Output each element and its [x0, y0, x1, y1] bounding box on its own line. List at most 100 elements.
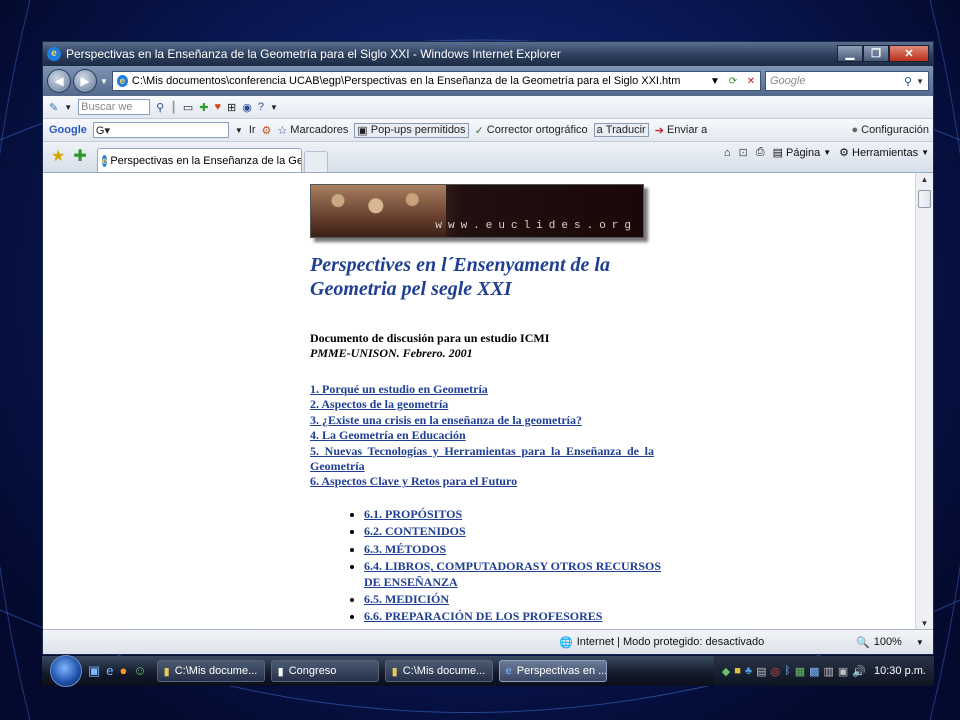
toolbar-heart-icon[interactable]: ♥: [214, 101, 221, 113]
taskbar-item[interactable]: ▮ C:\Mis docume...: [156, 660, 265, 682]
tools-menu[interactable]: ⚙ Herramientas ▼: [839, 146, 929, 160]
tray-app-icon[interactable]: ◆: [722, 665, 730, 678]
favorites-star-icon[interactable]: ★: [51, 146, 65, 166]
firefox-icon[interactable]: ●: [120, 663, 128, 679]
url-field[interactable]: e C:\Mis documentos\conferencia UCAB\egp…: [111, 71, 761, 91]
zoom-control[interactable]: 🔍 100% ▼: [856, 636, 924, 649]
address-bar: ◀ ▶ ▼ e C:\Mis documentos\conferencia UC…: [43, 66, 933, 96]
toc-link[interactable]: 6. Aspectos Clave y Retos para el Futuro: [310, 474, 654, 489]
url-dropdown-icon[interactable]: ▼: [706, 72, 724, 90]
toolbar-search: ✎ ▼ Buscar we ⚲ ┃ ▭ ✚ ♥ ⊞ ◉ ? ▼: [43, 96, 933, 119]
subsection-link[interactable]: 6.4. LIBROS, COMPUTADORASY OTROS RECURSO…: [364, 559, 661, 588]
toc-link[interactable]: 2. Aspectos de la geometría: [310, 397, 654, 412]
site-banner[interactable]: www.euclides.org: [310, 184, 644, 238]
toolbar-rss-icon[interactable]: ⊞: [227, 101, 236, 114]
subsection-link[interactable]: 6.2. CONTENIDOS: [364, 524, 466, 538]
bluetooth-icon[interactable]: ᛒ: [784, 665, 791, 677]
toolbar-tools-icon[interactable]: ⚙: [262, 124, 272, 137]
start-button[interactable]: [50, 655, 82, 687]
toolbar-dropdown-icon[interactable]: ▼: [64, 103, 72, 112]
history-dropdown-icon[interactable]: ▼: [100, 77, 108, 86]
subsection-link[interactable]: 6.1. PROPÓSITOS: [364, 507, 462, 521]
subsection-link[interactable]: 6.3. MÉTODOS: [364, 542, 446, 556]
toolbar-options-icon[interactable]: ◉: [242, 101, 252, 114]
forward-button[interactable]: ▶: [73, 69, 97, 93]
tray-app-icon[interactable]: ▤: [756, 665, 766, 678]
page-menu[interactable]: ▤ Página ▼: [772, 146, 832, 160]
toolbar-search-input[interactable]: Buscar we: [78, 99, 151, 115]
page-content: www.euclides.org Perspectives en l´Ensen…: [43, 173, 917, 631]
subsection-link[interactable]: 6.5. MEDICIÓN: [364, 592, 449, 606]
ie-launch-icon[interactable]: e: [106, 663, 113, 679]
search-placeholder: Google: [770, 75, 806, 87]
minimize-button[interactable]: ▁: [837, 45, 863, 62]
banner-url: www.euclides.org: [435, 220, 637, 232]
folder-icon: ▮: [163, 665, 170, 678]
home-icon[interactable]: ⌂: [724, 147, 731, 159]
toolbar-logo-icon[interactable]: ✎: [49, 101, 58, 114]
search-dropdown-icon[interactable]: ▼: [916, 77, 924, 86]
list-item: 6.1. PROPÓSITOS: [364, 507, 668, 522]
scroll-up-icon[interactable]: ▲: [916, 173, 933, 187]
tray-app-icon[interactable]: ▦: [795, 665, 805, 678]
back-button[interactable]: ◀: [47, 69, 71, 93]
send-button[interactable]: ➔ Enviar a: [655, 124, 708, 137]
search-icon[interactable]: ⚲: [904, 75, 912, 88]
show-desktop-icon[interactable]: ▣: [88, 663, 100, 679]
taskbar-item[interactable]: ▮ Congreso: [270, 660, 379, 682]
toolbar-highlight-icon[interactable]: ▭: [183, 101, 193, 114]
tray-app-icon[interactable]: ♣: [745, 665, 752, 677]
toc-link[interactable]: 4. La Geometría en Educación: [310, 428, 654, 443]
maximize-button[interactable]: ❐: [863, 45, 889, 62]
toolbar-help-icon[interactable]: ?: [258, 101, 264, 113]
security-zone[interactable]: 🌐 Internet | Modo protegido: desactivado: [559, 636, 764, 649]
table-of-contents: 1. Porqué un estudio en Geometría 2. Asp…: [310, 382, 654, 490]
feeds-icon[interactable]: ⊡: [739, 146, 748, 159]
clock[interactable]: 10:30 p.m.: [874, 665, 926, 677]
messenger-icon[interactable]: ☺: [133, 663, 146, 679]
new-tab-button[interactable]: [303, 151, 328, 172]
bookmarks-button[interactable]: ☆ Marcadores: [277, 124, 348, 137]
refresh-icon[interactable]: ⟳: [724, 72, 742, 90]
folder-icon: ▮: [391, 665, 398, 678]
go-button[interactable]: Ir: [249, 124, 256, 136]
popups-button[interactable]: ▣ Pop-ups permitidos: [354, 122, 469, 138]
tray-app-icon[interactable]: ▩: [809, 665, 819, 678]
settings-button[interactable]: ● Configuración: [851, 124, 929, 136]
list-item: 6.6. PREPARACIÓN DE LOS PROFESORES: [364, 609, 668, 624]
subsection-link[interactable]: 6.6. PREPARACIÓN DE LOS PROFESORES: [364, 609, 602, 623]
taskbar: ▣ e ● ☺ ▮ C:\Mis docume... ▮ Congreso ▮ …: [42, 655, 934, 687]
search-field[interactable]: Google ⚲ ▼: [765, 71, 929, 91]
subtitle-source: PMME-UNISON. Febrero. 2001: [310, 346, 473, 360]
spellcheck-button[interactable]: ✓ Corrector ortográfico: [475, 124, 588, 137]
toc-link[interactable]: 5. Nuevas Tecnologías y Herramientas par…: [310, 444, 654, 475]
add-favorites-icon[interactable]: ✚: [73, 146, 86, 166]
taskbar-item[interactable]: ▮ C:\Mis docume...: [384, 660, 493, 682]
tray-app-icon[interactable]: ▥: [824, 665, 834, 678]
toolbar-add-icon[interactable]: ✚: [199, 101, 208, 114]
page-icon-cmd: ▤: [772, 147, 783, 159]
toolbar-more-icon[interactable]: ▼: [270, 103, 278, 112]
google-dropdown-icon[interactable]: ▼: [235, 126, 243, 135]
print-icon[interactable]: ⎙: [756, 146, 765, 159]
tab-current[interactable]: e Perspectivas en la Enseñanza de la Geo…: [96, 148, 302, 172]
google-search-input[interactable]: G▾: [92, 122, 229, 138]
taskbar-item-active[interactable]: e Perspectivas en ...: [498, 660, 607, 682]
vertical-scrollbar[interactable]: ▲ ▼: [915, 173, 933, 631]
scroll-thumb[interactable]: [918, 190, 931, 208]
tray-app-icon[interactable]: ■: [734, 665, 741, 677]
translate-button[interactable]: a Traducir: [593, 123, 649, 137]
tray-app-icon[interactable]: ◎: [770, 665, 780, 678]
close-button[interactable]: ✕: [889, 45, 929, 62]
toolbar-search-icon[interactable]: ⚲: [156, 101, 164, 114]
page-menu-label: Página: [785, 146, 821, 159]
stop-icon[interactable]: ✕: [742, 72, 760, 90]
tab-row: ★ ✚ e Perspectivas en la Enseñanza de la…: [43, 142, 933, 173]
network-icon[interactable]: ▣: [838, 665, 848, 678]
subtitle-line: Documento de discusión para un estudio I…: [310, 331, 550, 345]
page-icon: e: [116, 75, 128, 87]
volume-icon[interactable]: 🔊: [852, 665, 866, 678]
spellcheck-icon: ✓: [474, 124, 484, 137]
toc-link[interactable]: 1. Porqué un estudio en Geometría: [310, 382, 654, 397]
toc-link[interactable]: 3. ¿Existe una crisis en la enseñanza de…: [310, 413, 654, 428]
